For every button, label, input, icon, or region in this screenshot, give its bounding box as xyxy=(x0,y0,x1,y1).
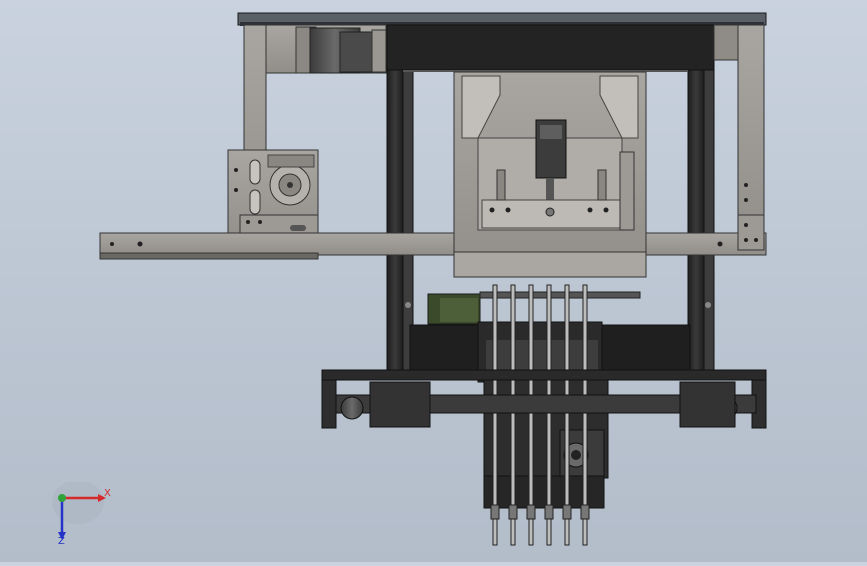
center-module xyxy=(453,71,647,278)
y-axis-dot xyxy=(58,494,66,502)
top-cover-plate xyxy=(237,12,767,26)
machine-assembly-drawing xyxy=(99,12,767,546)
x-axis-label: X xyxy=(104,488,111,499)
axis-triad-icon: X Z xyxy=(52,480,111,547)
left-motor-assembly xyxy=(227,24,387,249)
nozzle-head xyxy=(477,284,641,546)
right-bracket xyxy=(713,24,765,251)
horizontal-rail xyxy=(99,232,767,260)
cad-viewport[interactable]: X Z xyxy=(0,0,867,562)
z-axis-label: Z xyxy=(58,536,65,547)
green-component xyxy=(427,293,481,325)
view-orientation-triad[interactable]: X Z xyxy=(48,480,118,552)
